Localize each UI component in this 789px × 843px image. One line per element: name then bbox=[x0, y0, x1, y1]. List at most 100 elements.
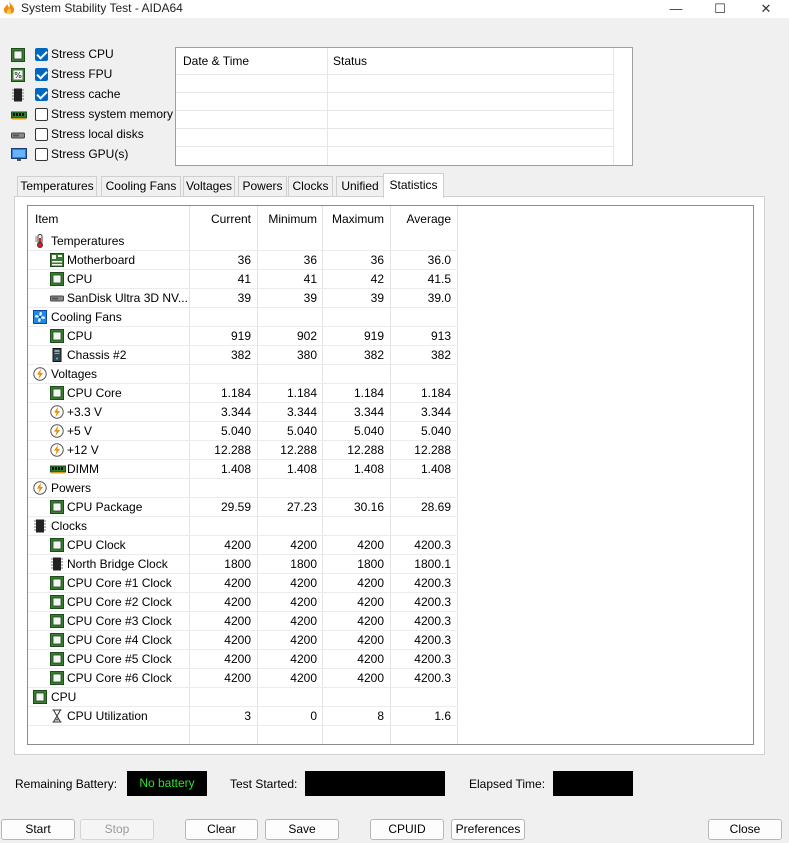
cell-maximum: 5.040 bbox=[353, 424, 384, 438]
cell-average: 1800.1 bbox=[414, 557, 451, 571]
table-row[interactable]: CPU Core #5 Clock 4200 4200 4200 4200.3 bbox=[28, 650, 458, 669]
table-row[interactable]: CPU Core #6 Clock 4200 4200 4200 4200.3 bbox=[28, 669, 458, 688]
table-row[interactable]: CPU Core #3 Clock 4200 4200 4200 4200.3 bbox=[28, 612, 458, 631]
log-list[interactable]: Date & Time Status bbox=[175, 47, 633, 166]
row-label: CPU Core #2 Clock bbox=[67, 595, 172, 609]
cell-average: 4200.3 bbox=[414, 633, 451, 647]
table-group-row[interactable]: Powers bbox=[28, 479, 458, 498]
tab-cooling-fans[interactable]: Cooling Fans bbox=[101, 176, 181, 196]
table-row[interactable]: North Bridge Clock 1800 1800 1800 1800.1 bbox=[28, 555, 458, 574]
cpuid-button[interactable]: CPUID bbox=[370, 819, 444, 840]
tab-powers[interactable]: Powers bbox=[238, 176, 287, 196]
cell-minimum: 902 bbox=[296, 329, 317, 343]
stress-checkbox[interactable] bbox=[35, 128, 48, 141]
minimize-button[interactable]: — bbox=[656, 0, 696, 18]
log-header-datetime[interactable]: Date & Time bbox=[183, 54, 249, 68]
row-label: Clocks bbox=[51, 519, 88, 533]
header-maximum[interactable]: Maximum bbox=[322, 212, 384, 226]
table-row[interactable]: +5 V 5.040 5.040 5.040 5.040 bbox=[28, 422, 458, 441]
cell-maximum: 1.408 bbox=[353, 462, 384, 476]
stress-option-stress-cpu[interactable]: Stress CPU bbox=[11, 46, 176, 64]
close-window-button[interactable]: ✕ bbox=[746, 0, 786, 18]
cell-maximum: 4200 bbox=[357, 595, 384, 609]
table-group-row[interactable]: CPU bbox=[28, 688, 458, 707]
cell-average: 1.184 bbox=[420, 386, 451, 400]
table-row[interactable]: CPU Core #1 Clock 4200 4200 4200 4200.3 bbox=[28, 574, 458, 593]
stress-option-label: Stress CPU bbox=[51, 47, 114, 61]
cell-minimum: 1.408 bbox=[286, 462, 317, 476]
cell-current: 3.344 bbox=[220, 405, 251, 419]
table-group-row[interactable]: Cooling Fans bbox=[28, 308, 458, 327]
stress-checkbox[interactable] bbox=[35, 48, 48, 61]
table-row[interactable]: SanDisk Ultra 3D NV... 39 39 39 39.0 bbox=[28, 289, 458, 308]
cell-current: 4200 bbox=[224, 614, 251, 628]
table-row[interactable]: Motherboard 36 36 36 36.0 bbox=[28, 251, 458, 270]
stress-option-stress-system-memory[interactable]: Stress system memory bbox=[11, 106, 176, 124]
table-row[interactable]: Chassis #2 382 380 382 382 bbox=[28, 346, 458, 365]
cell-minimum: 1.184 bbox=[286, 386, 317, 400]
clear-button[interactable]: Clear bbox=[185, 819, 258, 840]
row-label: Powers bbox=[51, 481, 92, 495]
cell-average: 913 bbox=[430, 329, 451, 343]
stress-option-label: Stress local disks bbox=[51, 127, 144, 141]
statistics-table[interactable]: Item Current Minimum Maximum Average Tem… bbox=[27, 205, 754, 745]
title-bar: System Stability Test - AIDA64 — ☐ ✕ bbox=[0, 0, 789, 18]
table-row[interactable]: CPU Clock 4200 4200 4200 4200.3 bbox=[28, 536, 458, 555]
header-minimum[interactable]: Minimum bbox=[257, 212, 317, 226]
preferences-button[interactable]: Preferences bbox=[451, 819, 525, 840]
table-group-row[interactable]: Clocks bbox=[28, 517, 458, 536]
log-column-divider bbox=[613, 48, 614, 165]
stress-checkbox[interactable] bbox=[35, 108, 48, 121]
stress-checkbox[interactable] bbox=[35, 88, 48, 101]
table-row[interactable]: CPU Package 29.59 27.23 30.16 28.69 bbox=[28, 498, 458, 517]
stress-checkbox[interactable] bbox=[35, 68, 48, 81]
log-header-status[interactable]: Status bbox=[333, 54, 367, 68]
cell-average: 12.288 bbox=[414, 443, 451, 457]
stress-option-stress-cache[interactable]: Stress cache bbox=[11, 86, 176, 104]
tab-temperatures[interactable]: Temperatures bbox=[17, 176, 97, 196]
log-row-divider bbox=[176, 110, 614, 111]
cell-average: 4200.3 bbox=[414, 671, 451, 685]
tab-statistics[interactable]: Statistics bbox=[383, 173, 444, 198]
table-row[interactable]: CPU 919 902 919 913 bbox=[28, 327, 458, 346]
table-row[interactable]: CPU Core #2 Clock 4200 4200 4200 4200.3 bbox=[28, 593, 458, 612]
cell-average: 4200.3 bbox=[414, 538, 451, 552]
cache-chip-icon bbox=[11, 88, 27, 102]
cell-average: 39.0 bbox=[427, 291, 451, 305]
close-button[interactable]: Close bbox=[708, 819, 782, 840]
log-row-divider bbox=[176, 92, 614, 93]
table-row[interactable]: CPU Core #4 Clock 4200 4200 4200 4200.3 bbox=[28, 631, 458, 650]
stress-option-stress-local-disks[interactable]: Stress local disks bbox=[11, 126, 176, 144]
stress-checkbox[interactable] bbox=[35, 148, 48, 161]
test-started-box bbox=[305, 771, 445, 796]
table-row[interactable]: CPU Utilization 3 0 8 1.6 bbox=[28, 707, 458, 726]
stress-option-stress-fpu[interactable]: % Stress FPU bbox=[11, 66, 176, 84]
table-row[interactable]: CPU Core 1.184 1.184 1.184 1.184 bbox=[28, 384, 458, 403]
row-label: Motherboard bbox=[67, 253, 136, 267]
cpu-chip-icon bbox=[50, 614, 64, 628]
table-row[interactable]: +12 V 12.288 12.288 12.288 12.288 bbox=[28, 441, 458, 460]
table-row[interactable]: +3.3 V 3.344 3.344 3.344 3.344 bbox=[28, 403, 458, 422]
save-button[interactable]: Save bbox=[265, 819, 339, 840]
cell-maximum: 4200 bbox=[357, 538, 384, 552]
header-average[interactable]: Average bbox=[390, 212, 451, 226]
tab-voltages[interactable]: Voltages bbox=[183, 176, 235, 196]
stress-option-stress-gpu-s[interactable]: Stress GPU(s) bbox=[11, 146, 176, 164]
table-group-row[interactable]: Voltages bbox=[28, 365, 458, 384]
cell-maximum: 36 bbox=[370, 253, 384, 267]
table-row[interactable]: CPU 41 41 42 41.5 bbox=[28, 270, 458, 289]
elapsed-time-label: Elapsed Time: bbox=[469, 777, 546, 791]
start-button[interactable]: Start bbox=[1, 819, 75, 840]
tab-unified[interactable]: Unified bbox=[336, 176, 384, 196]
maximize-button[interactable]: ☐ bbox=[700, 0, 740, 18]
stop-button[interactable]: Stop bbox=[80, 819, 154, 840]
window-title: System Stability Test - AIDA64 bbox=[21, 1, 183, 15]
table-group-row[interactable]: Temperatures bbox=[28, 232, 458, 251]
monitor-icon bbox=[11, 148, 27, 162]
header-current[interactable]: Current bbox=[189, 212, 251, 226]
table-row[interactable]: DIMM 1.408 1.408 1.408 1.408 bbox=[28, 460, 458, 479]
header-item[interactable]: Item bbox=[35, 212, 58, 226]
tab-clocks[interactable]: Clocks bbox=[288, 176, 333, 196]
cell-current: 1.184 bbox=[220, 386, 251, 400]
cell-minimum: 39 bbox=[303, 291, 317, 305]
